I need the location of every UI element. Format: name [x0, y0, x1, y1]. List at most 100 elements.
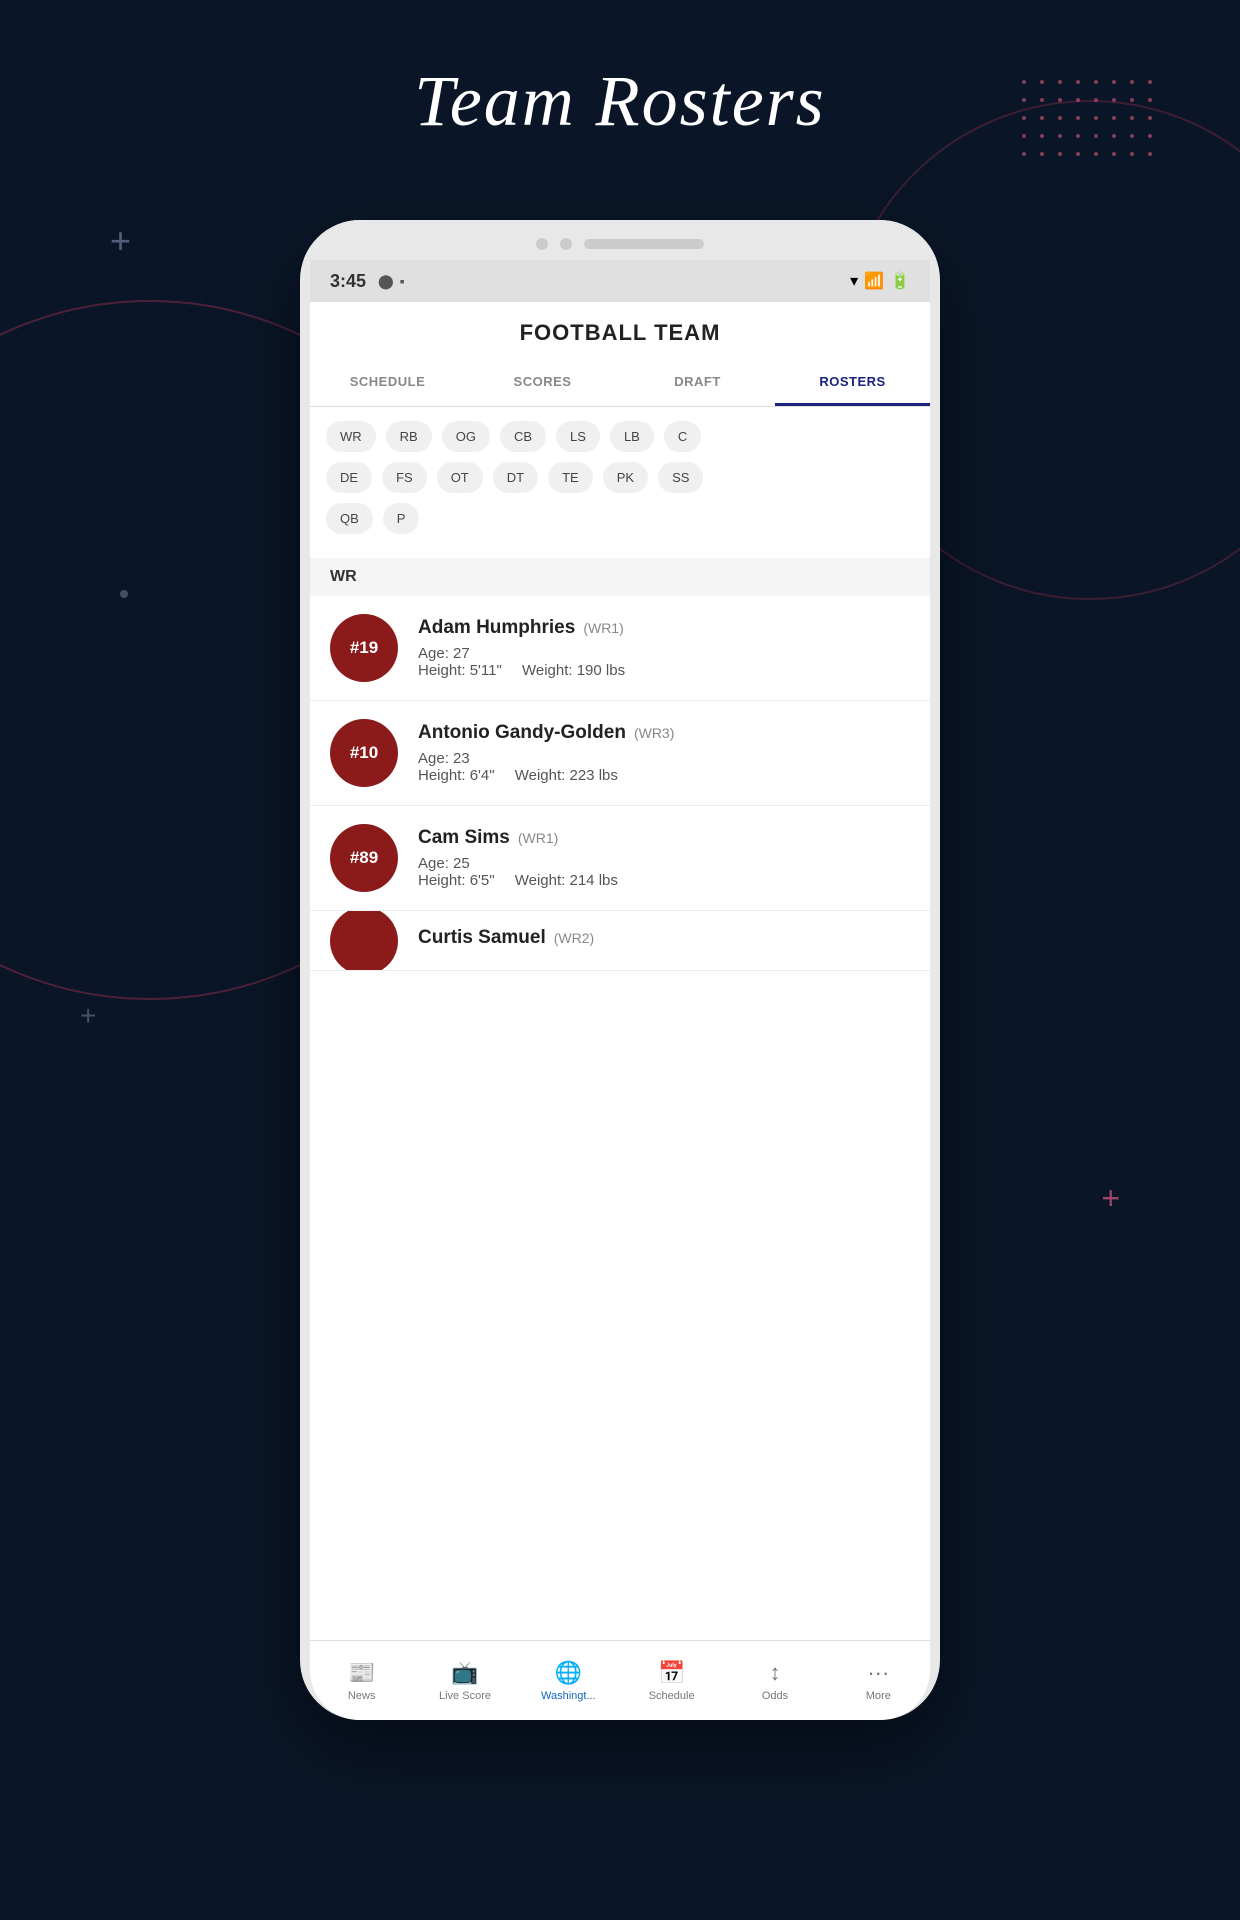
player-avatar-89: #89 [330, 824, 398, 892]
nav-item-schedule[interactable]: 📅 Schedule [620, 1641, 723, 1720]
bottom-nav: 📰 News 📺 Live Score 🌐 Washingt... 📅 Sche… [310, 1640, 930, 1720]
player-measurements-3: Height: 6'5" Weight: 214 lbs [418, 872, 910, 889]
phone-speaker [584, 239, 704, 249]
nav-label-washington: Washingt... [541, 1690, 596, 1702]
player-stats-3: Age: 25 [418, 855, 910, 872]
player-age-3: Age: 25 [418, 855, 470, 872]
player-name-4: Curtis Samuel [418, 927, 546, 949]
player-position-4: (WR2) [554, 930, 594, 946]
filter-ss[interactable]: SS [658, 462, 703, 493]
filter-fs[interactable]: FS [382, 462, 427, 493]
filter-cb[interactable]: CB [500, 421, 546, 452]
app-header: FOOTBALL TEAM SCHEDULE SCORES DRAFT ROST… [310, 302, 930, 407]
player-item-cam-sims[interactable]: #89 Cam Sims (WR1) Age: 25 Height: 6'5" … [310, 806, 930, 911]
filter-te[interactable]: TE [548, 462, 593, 493]
player-position-1: (WR1) [583, 620, 623, 636]
filter-rb[interactable]: RB [386, 421, 432, 452]
filter-ot[interactable]: OT [437, 462, 483, 493]
player-list: #19 Adam Humphries (WR1) Age: 27 Height:… [310, 596, 930, 1640]
player-name-row-1: Adam Humphries (WR1) [418, 617, 910, 639]
live-score-icon: 📺 [451, 1660, 478, 1686]
player-name-row-4: Curtis Samuel (WR2) [418, 927, 910, 949]
status-right-icons: ▾ 📶 🔋 [850, 271, 910, 291]
bg-plus-1: + [110, 220, 131, 262]
phone-mockup: 3:45 ⬤ ▪ ▾ 📶 🔋 FOOTBALL TEAM SCHEDULE SC… [300, 220, 940, 1720]
filter-lb[interactable]: LB [610, 421, 654, 452]
filter-wr[interactable]: WR [326, 421, 376, 452]
nav-label-news: News [348, 1690, 376, 1702]
player-item-adam-humphries[interactable]: #19 Adam Humphries (WR1) Age: 27 Height:… [310, 596, 930, 701]
nav-tabs[interactable]: SCHEDULE SCORES DRAFT ROSTERS [310, 360, 930, 407]
player-height-2: Height: 6'4" [418, 767, 495, 784]
player-name-row-3: Cam Sims (WR1) [418, 827, 910, 849]
nav-label-odds: Odds [762, 1690, 788, 1702]
player-info-adam-humphries: Adam Humphries (WR1) Age: 27 Height: 5'1… [418, 617, 910, 679]
player-number-10: #10 [350, 743, 378, 763]
position-filters: WR RB OG CB LS LB C DE FS OT DT TE PK SS… [310, 407, 930, 558]
status-time: 3:45 [330, 271, 366, 292]
bg-plus-3: + [1101, 1180, 1120, 1217]
player-item-curtis-samuel[interactable]: Curtis Samuel (WR2) [310, 911, 930, 971]
nav-label-live-score: Live Score [439, 1690, 491, 1702]
phone-screen: 3:45 ⬤ ▪ ▾ 📶 🔋 FOOTBALL TEAM SCHEDULE SC… [310, 260, 930, 1720]
player-position-3: (WR1) [518, 830, 558, 846]
player-stats-2: Age: 23 [418, 750, 910, 767]
player-number-89: #89 [350, 848, 378, 868]
player-weight-2: Weight: 223 lbs [515, 767, 618, 784]
player-avatar-curtis [330, 911, 398, 971]
filter-de[interactable]: DE [326, 462, 372, 493]
nav-item-odds[interactable]: ↕ Odds [723, 1641, 826, 1720]
player-name-1: Adam Humphries [418, 617, 575, 639]
odds-icon: ↕ [769, 1660, 780, 1686]
bg-plus-2: + [80, 1000, 96, 1032]
phone-dot-1 [536, 238, 548, 250]
filter-og[interactable]: OG [442, 421, 490, 452]
tab-draft[interactable]: DRAFT [620, 360, 775, 406]
player-stats-1: Age: 27 [418, 645, 910, 662]
wifi-icon: ▾ [850, 271, 858, 291]
filter-ls[interactable]: LS [556, 421, 600, 452]
phone-top-bar [300, 220, 940, 260]
nav-item-washington[interactable]: 🌐 Washingt... [517, 1641, 620, 1720]
status-bar: 3:45 ⬤ ▪ ▾ 📶 🔋 [310, 260, 930, 302]
player-position-2: (WR3) [634, 725, 674, 741]
filter-p[interactable]: P [383, 503, 420, 534]
player-info-curtis-samuel: Curtis Samuel (WR2) [418, 927, 910, 955]
battery-icon: 🔋 [890, 271, 910, 291]
status-icons: ⬤ ▪ [378, 273, 405, 290]
filter-c[interactable]: C [664, 421, 701, 452]
more-icon: ··· [867, 1660, 889, 1686]
player-weight-3: Weight: 214 lbs [515, 872, 618, 889]
player-item-antonio-gandy-golden[interactable]: #10 Antonio Gandy-Golden (WR3) Age: 23 H… [310, 701, 930, 806]
schedule-icon: 📅 [658, 1660, 685, 1686]
tab-rosters[interactable]: ROSTERS [775, 360, 930, 406]
nav-item-news[interactable]: 📰 News [310, 1641, 413, 1720]
nav-item-more[interactable]: ··· More [827, 1641, 930, 1720]
filter-pk[interactable]: PK [603, 462, 648, 493]
player-age-1: Age: 27 [418, 645, 470, 662]
nav-item-live-score[interactable]: 📺 Live Score [413, 1641, 516, 1720]
filter-row-1: WR RB OG CB LS LB C [326, 421, 914, 452]
player-measurements-1: Height: 5'11" Weight: 190 lbs [418, 662, 910, 679]
player-avatar-10: #10 [330, 719, 398, 787]
filter-row-2: DE FS OT DT TE PK SS [326, 462, 914, 493]
tab-schedule[interactable]: SCHEDULE [310, 360, 465, 406]
player-weight-1: Weight: 190 lbs [522, 662, 625, 679]
player-info-cam-sims: Cam Sims (WR1) Age: 25 Height: 6'5" Weig… [418, 827, 910, 889]
signal-icon: 📶 [864, 271, 884, 291]
circle-icon: ⬤ [378, 273, 394, 290]
phone-dot-2 [560, 238, 572, 250]
player-avatar-19: #19 [330, 614, 398, 682]
washington-icon: 🌐 [555, 1660, 582, 1686]
square-icon: ▪ [400, 273, 405, 289]
player-height-1: Height: 5'11" [418, 662, 502, 679]
filter-qb[interactable]: QB [326, 503, 373, 534]
filter-dt[interactable]: DT [493, 462, 538, 493]
news-icon: 📰 [348, 1660, 375, 1686]
nav-label-more: More [866, 1690, 891, 1702]
player-name-3: Cam Sims [418, 827, 510, 849]
player-name-2: Antonio Gandy-Golden [418, 722, 626, 744]
nav-label-schedule: Schedule [649, 1690, 695, 1702]
team-name: FOOTBALL TEAM [310, 320, 930, 346]
tab-scores[interactable]: SCORES [465, 360, 620, 406]
